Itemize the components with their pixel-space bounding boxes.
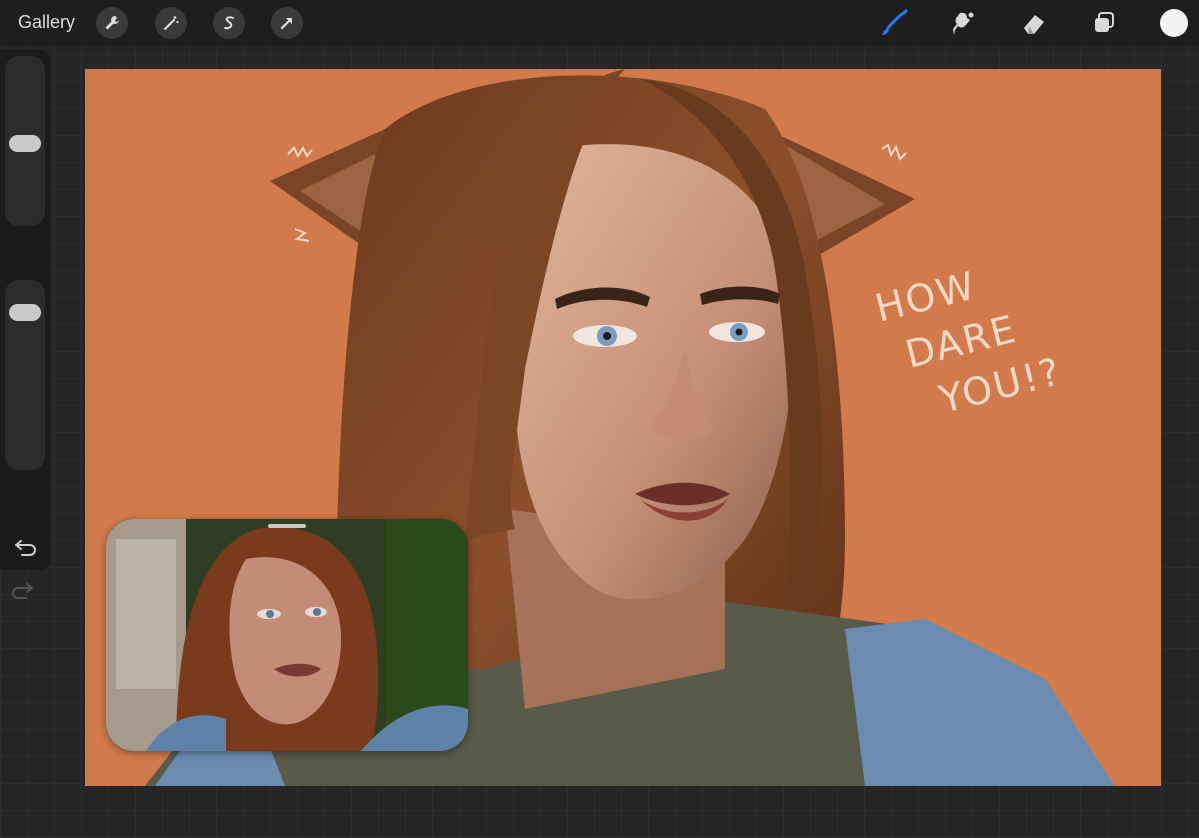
transform-arrow-icon[interactable] — [271, 7, 303, 39]
brush-size-thumb[interactable] — [9, 135, 41, 152]
reference-window[interactable] — [106, 519, 468, 751]
gallery-button[interactable]: Gallery — [18, 12, 75, 33]
brush-icon[interactable] — [878, 7, 910, 39]
brush-size-slider[interactable] — [5, 56, 45, 226]
layers-icon[interactable] — [1088, 7, 1120, 39]
smudge-icon[interactable] — [948, 7, 980, 39]
magic-wand-icon[interactable] — [155, 7, 187, 39]
wrench-icon[interactable] — [96, 7, 128, 39]
reference-window-handle[interactable] — [268, 524, 306, 528]
opacity-slider[interactable] — [5, 280, 45, 470]
undo-icon[interactable] — [12, 540, 36, 565]
left-sidebar — [0, 50, 50, 599]
selection-s-icon[interactable] — [213, 7, 245, 39]
reference-photo — [106, 519, 468, 751]
redo-icon[interactable] — [12, 583, 36, 608]
eraser-icon[interactable] — [1018, 7, 1050, 39]
color-picker-button[interactable] — [1160, 9, 1188, 37]
opacity-thumb[interactable] — [9, 304, 41, 321]
top-toolbar: Gallery — [0, 0, 1199, 46]
